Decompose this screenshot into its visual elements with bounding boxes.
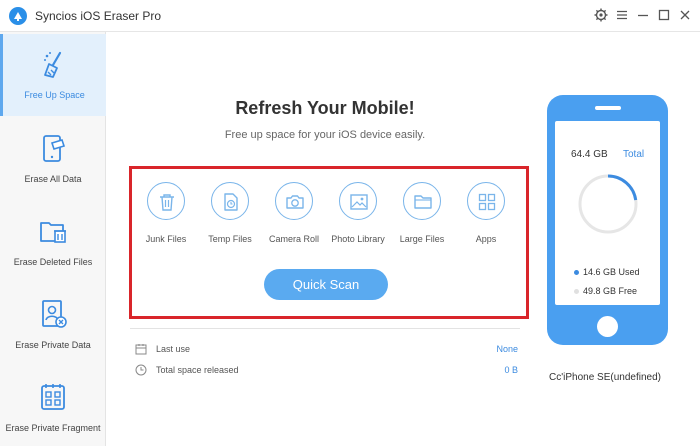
category-label: Temp Files [208,234,252,244]
free-dot-icon [574,289,579,295]
category-camera-roll[interactable]: Camera Roll [264,182,324,244]
quick-scan-button[interactable]: Quick Scan [264,269,388,300]
legend-used: 14.6 GB Used [574,267,640,277]
page-title: Refresh Your Mobile! [235,98,415,118]
category-label: Apps [475,234,497,244]
phone-speaker [595,106,621,110]
sidebar-item-free-up-space[interactable]: Free Up Space [0,34,106,116]
sidebar: Free Up Space Erase All Data Erase Delet… [0,32,106,446]
sidebar-item-label: Erase Private Fragment [5,423,101,433]
category-apps[interactable]: Apps [456,182,516,244]
minimize-icon[interactable] [635,8,651,24]
sidebar-item-erase-all-data[interactable]: Erase All Data [0,118,106,200]
camera-icon [286,195,304,209]
broom-icon [44,51,62,78]
folder-icon [414,195,432,209]
sidebar-item-label: Erase Private Data [15,340,91,350]
sidebar-item-erase-deleted-files[interactable]: Erase Deleted Files [0,201,106,283]
phone-screen: 64.4 GB Total 14.6 GB Used 49.8 GB Free [555,121,660,305]
calendar-icon [135,344,147,355]
app-logo-icon [9,7,27,25]
last-use-value: None [496,344,518,354]
temp-file-clock-icon [224,193,238,211]
space-released-value: 0 B [504,365,518,375]
space-released-label: Total space released [156,365,239,375]
window-title: Syncios iOS Eraser Pro [35,9,162,23]
divider [130,328,520,329]
phone-home-button [597,316,618,337]
title-bar: Syncios iOS Eraser Pro [0,0,700,32]
close-icon[interactable] [677,8,693,24]
used-label: Used [618,267,640,277]
phone-eraser-icon [43,135,66,162]
free-value: 49.8 GB [583,286,617,296]
sidebar-item-label: Erase All Data [24,174,82,184]
info-row-space-released: Total space released 0 B [135,363,520,379]
maximize-icon[interactable] [656,8,672,24]
apps-grid-icon [478,193,496,211]
picture-icon [350,194,368,210]
sidebar-item-erase-private-fragment[interactable]: Erase Private Fragment [0,367,106,446]
device-name: Cc'iPhone SE(undefined) [549,372,661,383]
legend-free: 49.8 GB Free [574,286,637,296]
category-label: Junk Files [145,234,187,244]
storage-donut [578,174,638,234]
category-label: Photo Library [331,234,385,244]
storage-total-value: 64.4 GB [571,149,608,160]
phone-illustration: 64.4 GB Total 14.6 GB Used 49.8 GB Free [547,95,668,345]
used-dot-icon [574,270,579,276]
sidebar-item-label: Free Up Space [24,90,85,100]
settings-gear-icon[interactable] [593,8,609,24]
page-subtitle: Free up space for your iOS device easily… [224,129,426,141]
info-row-last-use: Last use None [135,342,520,358]
used-value: 14.6 GB [583,267,617,277]
menu-icon[interactable] [614,8,630,24]
sidebar-item-erase-private-data[interactable]: Erase Private Data [0,284,106,366]
trash-icon [160,194,174,211]
free-label: Free [618,286,638,296]
category-photo-library[interactable]: Photo Library [328,182,388,244]
category-label: Large Files [399,234,445,244]
clock-icon [135,364,147,376]
storage-total-label: Total [623,149,645,160]
category-junk-files[interactable]: Junk Files [136,182,196,244]
last-use-label: Last use [156,344,191,354]
folder-trash-icon [40,222,66,243]
category-temp-files[interactable]: Temp Files [200,182,260,244]
category-label: Camera Roll [268,234,319,244]
fragment-grid-icon [41,384,65,410]
sidebar-item-label: Erase Deleted Files [13,257,93,267]
private-user-icon [42,300,67,328]
category-large-files[interactable]: Large Files [392,182,452,244]
